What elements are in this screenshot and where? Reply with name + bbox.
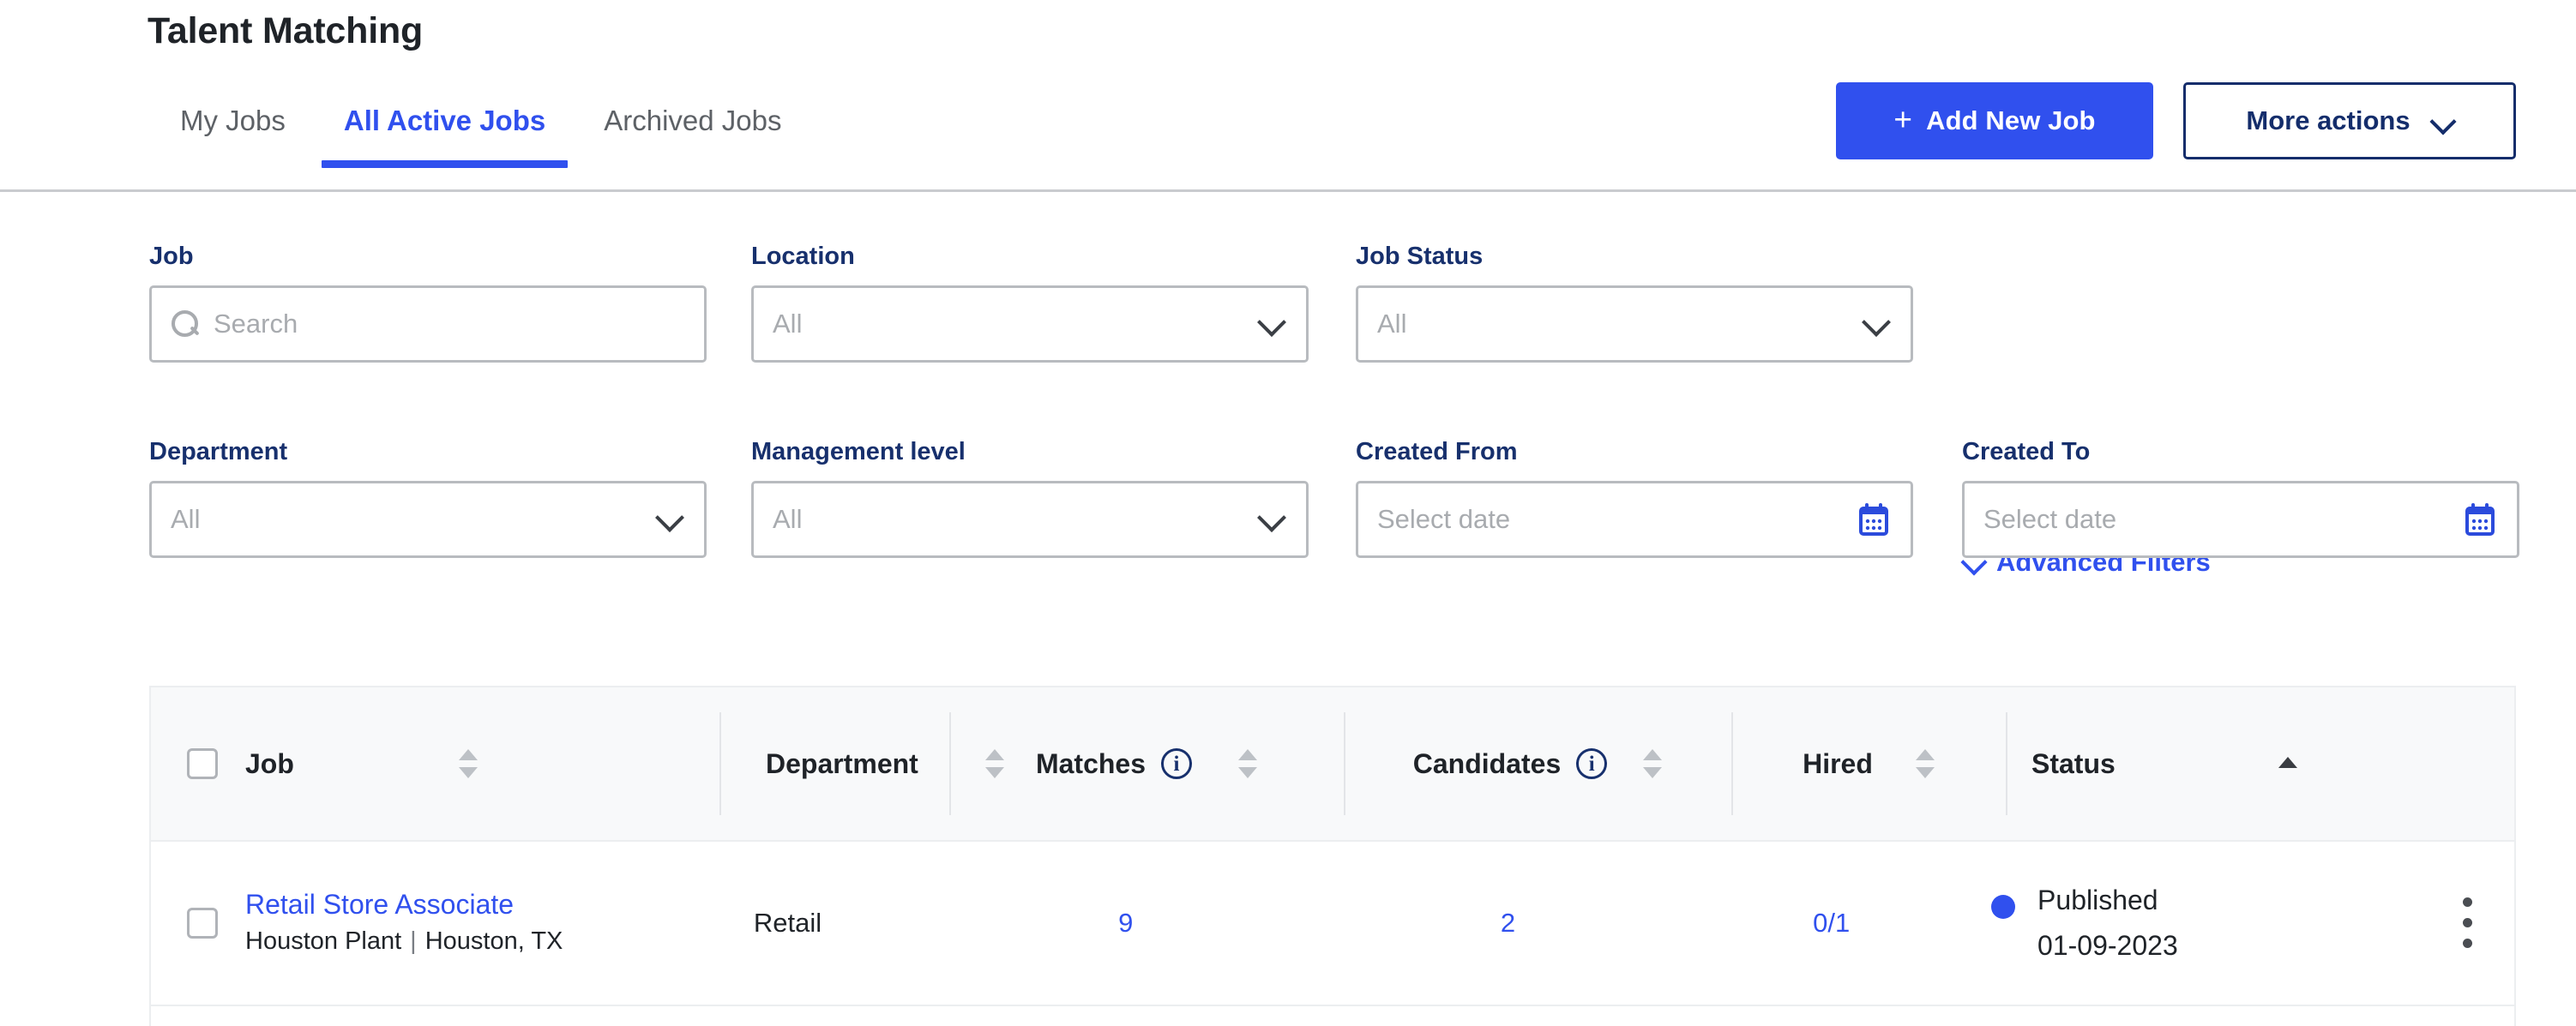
- job-plant: Houston Plant: [245, 927, 402, 955]
- filter-management-level-label: Management level: [751, 438, 966, 465]
- header-divider: [0, 189, 2576, 192]
- filter-department: Department All: [149, 438, 707, 558]
- candidates-link[interactable]: 2: [1501, 908, 1515, 939]
- column-header-department-label: Department: [766, 747, 918, 779]
- location-select[interactable]: All: [751, 285, 1309, 363]
- row-select-checkbox[interactable]: [187, 908, 218, 939]
- cell-job: Retail Store Associate Houston Plant | Hou…: [151, 842, 707, 1005]
- search-icon: [171, 309, 200, 339]
- calendar-icon[interactable]: [1859, 503, 1888, 536]
- filter-location-label: Location: [751, 243, 855, 270]
- search-placeholder: Search: [214, 309, 298, 339]
- talent-matching-page: Talent Matching My Jobs All Active Jobs …: [0, 0, 2576, 1026]
- hired-link[interactable]: 0/1: [1813, 908, 1850, 939]
- column-header-job-label: Job: [245, 747, 294, 779]
- cell-status: Published 01-09-2023: [1965, 842, 2463, 1005]
- tab-archived-jobs[interactable]: Archived Jobs: [575, 105, 810, 168]
- created-to-value: Select date: [1983, 504, 2117, 534]
- created-to-date-input[interactable]: Select date: [1962, 481, 2519, 558]
- cell-hired: 0/1: [1697, 842, 1965, 1005]
- filter-location: Location All: [751, 243, 1309, 363]
- matches-link[interactable]: 9: [1118, 908, 1133, 939]
- tab-all-active-jobs[interactable]: All Active Jobs: [315, 105, 575, 168]
- job-subtitle: Houston Plant | Houston, TX: [245, 926, 563, 958]
- status-dot-icon: [1991, 894, 2016, 919]
- info-icon[interactable]: i: [1576, 748, 1608, 779]
- more-actions-label: More actions: [2246, 105, 2410, 135]
- search-input[interactable]: Search: [149, 285, 707, 363]
- tab-bar: My Jobs All Active Jobs Archived Jobs: [147, 105, 811, 168]
- calendar-icon[interactable]: [2465, 503, 2495, 536]
- table-row-partial: [151, 1006, 2514, 1026]
- tab-my-jobs[interactable]: My Jobs: [147, 105, 315, 168]
- filter-created-to-label: Created To: [1962, 438, 2091, 465]
- page-title: Talent Matching: [147, 10, 424, 51]
- sort-toggle-hired[interactable]: [1915, 745, 1935, 783]
- job-location: Houston, TX: [424, 927, 563, 955]
- job-title-link[interactable]: Retail Store Associate: [245, 889, 563, 921]
- column-header-status[interactable]: Status: [2006, 687, 2514, 841]
- chevron-down-icon: [2433, 111, 2453, 131]
- column-header-candidates-label: Candidates: [1412, 747, 1562, 779]
- status-date: 01-09-2023: [2037, 930, 2178, 962]
- department-value: All: [171, 504, 201, 534]
- plus-icon: +: [1893, 102, 1913, 137]
- jobs-table: Job Department Matches i Candidates i Hi…: [149, 686, 2516, 1026]
- column-header-hired[interactable]: Hired: [1731, 687, 2006, 841]
- management-level-select[interactable]: All: [751, 481, 1309, 558]
- column-header-department[interactable]: Department: [719, 687, 1004, 841]
- add-new-job-label: Add New Job: [1926, 105, 2096, 135]
- info-icon[interactable]: i: [1161, 748, 1193, 779]
- filter-management-level: Management level All: [751, 438, 1309, 558]
- sort-toggle-candidates[interactable]: [1643, 745, 1663, 783]
- filter-job-status: Job Status All: [1356, 243, 1913, 363]
- more-actions-button[interactable]: More actions: [2183, 82, 2516, 159]
- filter-created-from-label: Created From: [1356, 438, 1518, 465]
- table-header-row: Job Department Matches i Candidates i Hi…: [151, 687, 2514, 842]
- job-separator: |: [410, 927, 417, 955]
- sort-toggle-status[interactable]: [2278, 745, 2297, 783]
- filter-created-to: Created To Select date: [1962, 438, 2519, 558]
- sort-toggle-matches[interactable]: [1238, 745, 1258, 783]
- chevron-down-icon: [1864, 310, 1887, 333]
- created-from-date-input[interactable]: Select date: [1356, 481, 1913, 558]
- job-status-value: All: [1377, 309, 1407, 339]
- chevron-down-icon: [658, 506, 680, 528]
- add-new-job-button[interactable]: + Add New Job: [1836, 82, 2153, 159]
- table-row[interactable]: Retail Store Associate Houston Plant | Hou…: [151, 842, 2514, 1006]
- job-status-select[interactable]: All: [1356, 285, 1913, 363]
- filter-created-from: Created From Select date: [1356, 438, 1913, 558]
- cell-matches: 9: [933, 842, 1319, 1005]
- management-level-value: All: [773, 504, 803, 534]
- created-from-value: Select date: [1377, 504, 1511, 534]
- filter-department-label: Department: [149, 438, 288, 465]
- row-actions-menu-icon[interactable]: [2463, 897, 2473, 949]
- column-header-hired-label: Hired: [1803, 747, 1873, 779]
- chevron-down-icon: [1260, 310, 1282, 333]
- column-header-status-label: Status: [2031, 747, 2116, 779]
- cell-candidates: 2: [1319, 842, 1698, 1005]
- column-header-candidates[interactable]: Candidates i: [1344, 687, 1731, 841]
- select-all-checkbox[interactable]: [187, 748, 218, 779]
- cell-department: Retail: [753, 908, 822, 938]
- status-badge: Published: [2037, 884, 2158, 915]
- chevron-down-icon: [1260, 506, 1282, 528]
- department-select[interactable]: All: [149, 481, 707, 558]
- location-value: All: [773, 309, 803, 339]
- filter-job: Job Search: [149, 243, 707, 363]
- sort-toggle-job[interactable]: [458, 745, 478, 783]
- column-header-matches-label: Matches: [1035, 747, 1147, 779]
- column-header-job[interactable]: Job: [151, 687, 719, 841]
- column-header-matches[interactable]: Matches i: [949, 687, 1344, 841]
- filter-job-status-label: Job Status: [1356, 243, 1484, 270]
- filter-job-label: Job: [149, 243, 194, 270]
